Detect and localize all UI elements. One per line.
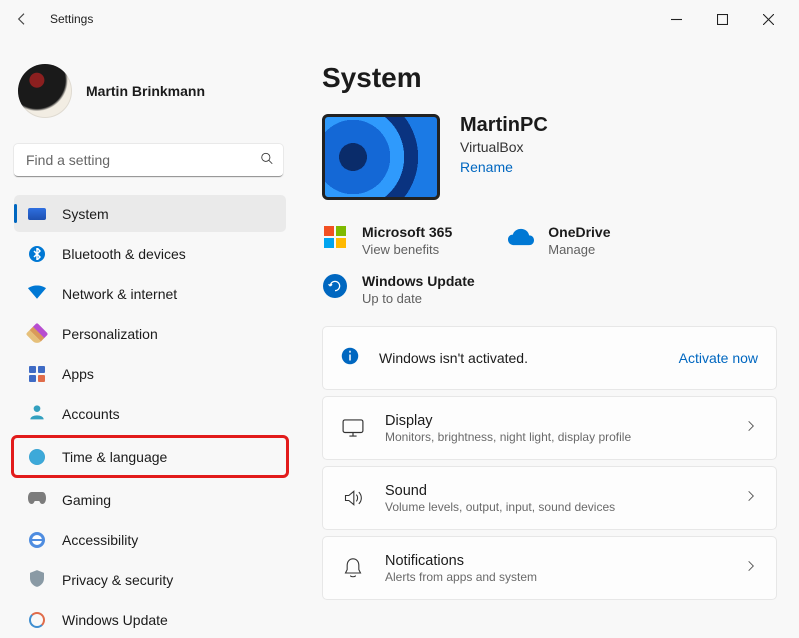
nav: System Bluetooth & devices Network & int… — [14, 195, 286, 638]
brush-icon — [28, 325, 46, 343]
nav-label: Bluetooth & devices — [62, 246, 186, 262]
card-display[interactable]: Display Monitors, brightness, night ligh… — [322, 396, 777, 460]
nav-network[interactable]: Network & internet — [14, 275, 286, 312]
nav-windows-update[interactable]: Windows Update — [14, 601, 286, 638]
activation-banner[interactable]: Windows isn't activated. Activate now — [322, 326, 777, 390]
chevron-right-icon — [744, 489, 758, 508]
card-title: Notifications — [385, 553, 724, 569]
back-button[interactable] — [8, 5, 36, 33]
person-icon — [28, 405, 46, 423]
pc-name: MartinPC — [460, 114, 548, 137]
card-notifications[interactable]: Notifications Alerts from apps and syste… — [322, 536, 777, 600]
sound-icon — [341, 488, 365, 508]
nav-label: Network & internet — [62, 286, 177, 302]
card-sub: Monitors, brightness, night light, displ… — [385, 430, 724, 444]
tile-onedrive[interactable]: OneDrive Manage — [508, 224, 610, 257]
globe-clock-icon — [28, 448, 46, 466]
card-title: Display — [385, 413, 724, 429]
nav-personalization[interactable]: Personalization — [14, 315, 286, 352]
nav-label: Privacy & security — [62, 572, 173, 588]
window-title: Settings — [50, 12, 93, 26]
tile-sub: Manage — [548, 242, 610, 257]
system-icon — [28, 205, 46, 223]
nav-label: Personalization — [62, 326, 158, 342]
nav-accessibility[interactable]: Accessibility — [14, 521, 286, 558]
gamepad-icon — [28, 491, 46, 509]
nav-label: Gaming — [62, 492, 111, 508]
activation-message: Windows isn't activated. — [379, 350, 659, 366]
nav-label: Time & language — [62, 449, 167, 465]
apps-icon — [28, 365, 46, 383]
rename-link[interactable]: Rename — [460, 159, 513, 175]
tile-title: Microsoft 365 — [362, 224, 452, 240]
nav-gaming[interactable]: Gaming — [14, 481, 286, 518]
username: Martin Brinkmann — [86, 83, 205, 99]
search-icon — [260, 151, 274, 170]
page-title: System — [322, 62, 777, 94]
tile-title: OneDrive — [548, 224, 610, 240]
update-status-icon — [322, 273, 348, 299]
chevron-right-icon — [744, 419, 758, 438]
card-sub: Volume levels, output, input, sound devi… — [385, 500, 724, 514]
card-sound[interactable]: Sound Volume levels, output, input, soun… — [322, 466, 777, 530]
close-button[interactable] — [745, 4, 791, 34]
pc-hero: MartinPC VirtualBox Rename — [322, 114, 777, 200]
nav-label: System — [62, 206, 109, 222]
nav-label: Windows Update — [62, 612, 168, 628]
titlebar: Settings — [0, 0, 799, 38]
accessibility-icon — [28, 531, 46, 549]
nav-system[interactable]: System — [14, 195, 286, 232]
wifi-icon — [28, 285, 46, 303]
nav-label: Apps — [62, 366, 94, 382]
shield-icon — [28, 571, 46, 589]
m365-icon — [322, 224, 348, 250]
tile-title: Windows Update — [362, 273, 475, 289]
nav-time-language[interactable]: Time & language — [14, 438, 286, 475]
sidebar: Martin Brinkmann System Bluetooth & devi… — [0, 38, 300, 630]
nav-privacy[interactable]: Privacy & security — [14, 561, 286, 598]
tile-windows-update[interactable]: Windows Update Up to date — [322, 273, 777, 306]
profile[interactable]: Martin Brinkmann — [18, 64, 286, 118]
tile-sub: View benefits — [362, 242, 452, 257]
maximize-button[interactable] — [699, 4, 745, 34]
activate-link[interactable]: Activate now — [679, 350, 758, 366]
nav-bluetooth[interactable]: Bluetooth & devices — [14, 235, 286, 272]
update-icon — [28, 611, 46, 629]
tile-microsoft365[interactable]: Microsoft 365 View benefits — [322, 224, 452, 257]
pc-model: VirtualBox — [460, 139, 548, 155]
chevron-right-icon — [744, 559, 758, 578]
search-box[interactable] — [14, 144, 286, 177]
card-title: Sound — [385, 483, 724, 499]
bluetooth-icon — [28, 245, 46, 263]
nav-label: Accounts — [62, 406, 120, 422]
avatar — [18, 64, 72, 118]
minimize-button[interactable] — [653, 4, 699, 34]
nav-accounts[interactable]: Accounts — [14, 395, 286, 432]
onedrive-icon — [508, 224, 534, 250]
display-icon — [341, 419, 365, 437]
search-input[interactable] — [14, 144, 283, 177]
main-content: System MartinPC VirtualBox Rename Micros… — [300, 38, 799, 630]
bell-icon — [341, 557, 365, 579]
nav-label: Accessibility — [62, 532, 138, 548]
card-sub: Alerts from apps and system — [385, 570, 724, 584]
nav-apps[interactable]: Apps — [14, 355, 286, 392]
tile-sub: Up to date — [362, 291, 475, 306]
highlight-annotation: Time & language — [11, 435, 289, 478]
pc-wallpaper-thumb[interactable] — [322, 114, 440, 200]
info-icon — [341, 347, 359, 370]
